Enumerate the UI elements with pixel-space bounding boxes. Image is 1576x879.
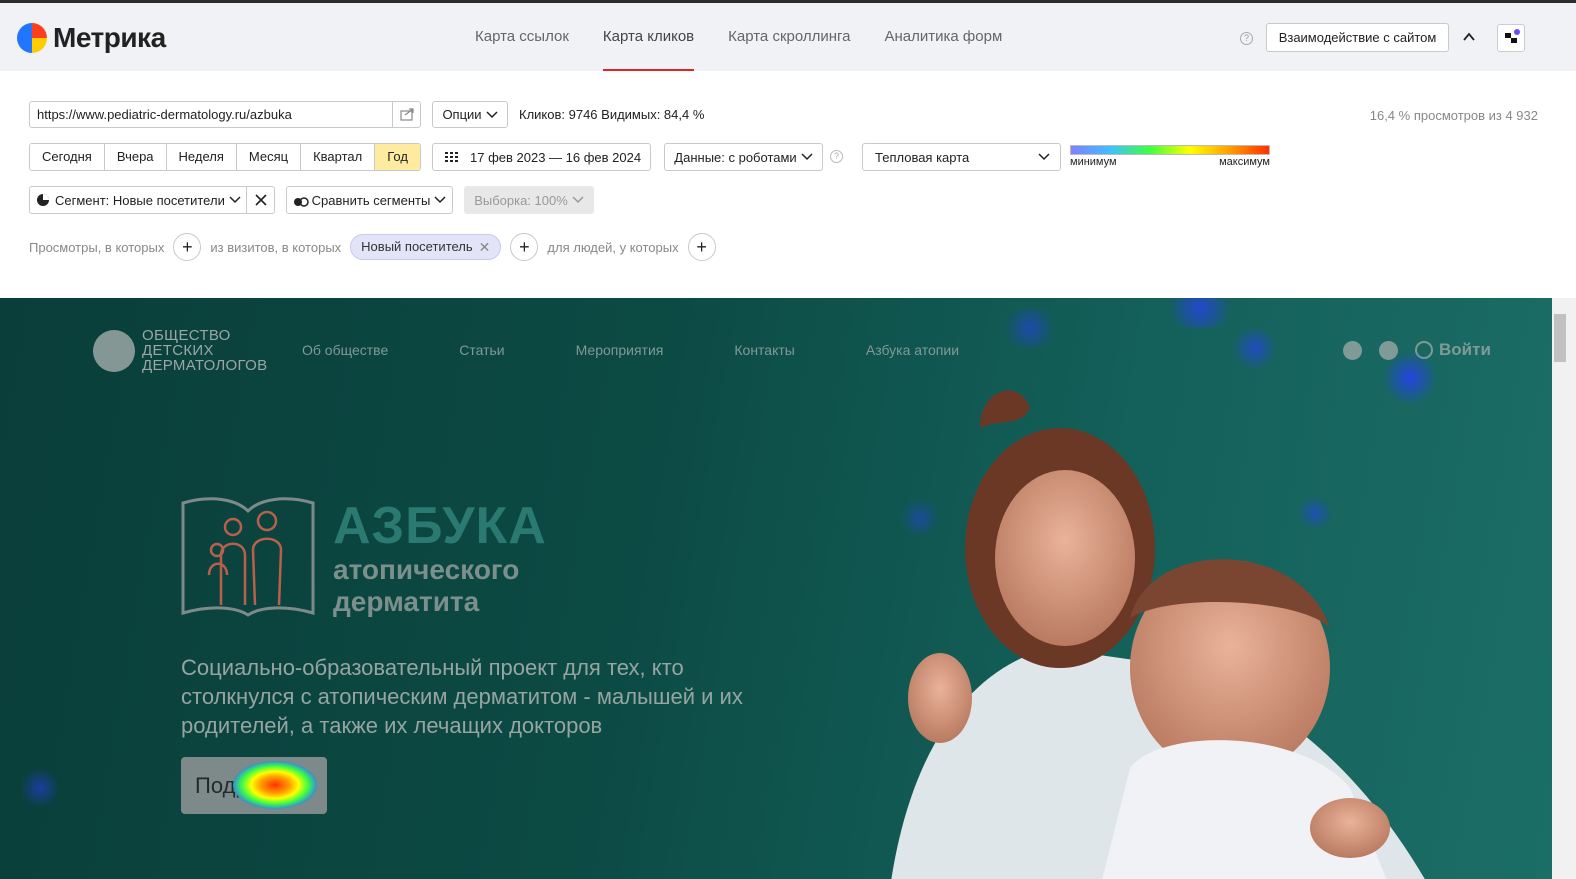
site-preview[interactable]: ОБЩЕСТВО ДЕТСКИХ ДЕРМАТОЛОГОВ Об обществ… [0,298,1552,879]
hero-description: Социально-образовательный проект для тех… [181,655,743,738]
clicks-stats: Кликов: 9746 Видимых: 84,4 % [519,107,705,122]
site-nav-contacts[interactable]: Контакты [734,342,794,358]
new-visitor-chip[interactable]: Новый посетитель ✕ [350,234,502,260]
logo-line: ДЕТСКИХ [142,342,214,359]
heat-legend: минимум максимум [1070,145,1270,168]
sample-dropdown[interactable]: Выборка: 100% [464,186,594,214]
site-nav-articles[interactable]: Статьи [459,342,504,358]
chevron-up-icon[interactable] [1463,31,1475,43]
close-icon[interactable]: ✕ [479,235,491,259]
hero-subtitle: атопического дерматита [333,554,519,618]
date-range-value: 17 фев 2023 — 16 фев 2024 [470,149,642,165]
tab-form-analytics[interactable]: Аналитика форм [885,3,1003,71]
site-nav-about[interactable]: Об обществе [302,342,388,358]
chevron-down-icon [229,196,241,204]
clear-segment-button[interactable] [246,186,275,214]
hero-subtitle-line: дерматита [333,586,480,617]
site-nav-events[interactable]: Мероприятия [576,342,664,358]
more-button[interactable]: Подробнее [181,757,327,814]
sample-label: Выборка: 100% [474,192,568,208]
data-source-label: Данные: с роботами [674,149,797,165]
chevron-down-icon [434,196,446,204]
metrika-logo-icon [17,23,47,53]
heatmap-spot [1230,328,1280,368]
heatmap-spot [1160,298,1240,328]
add-views-filter-button[interactable]: + [173,233,202,261]
options-dropdown[interactable]: Опции [432,101,508,128]
period-week[interactable]: Неделя [166,144,237,170]
site-nav-azbuka[interactable]: Азбука атопии [866,342,959,358]
logo-line: ДЕРМАТОЛОГОВ [142,357,268,374]
calendar-icon [445,152,458,162]
url-field[interactable]: https://www.pediatric-dermatology.ru/azb… [29,101,421,128]
pie-chart-icon [37,194,49,206]
period-year[interactable]: Год [375,144,420,170]
metrika-logo[interactable]: Метрика [17,22,166,54]
page-scrollbar[interactable] [1552,298,1576,879]
period-today[interactable]: Сегодня [30,144,105,170]
segment-dropdown[interactable]: Сегмент: Новые посетители [29,186,247,214]
plus-icon: + [519,237,530,257]
scrollbar-thumb[interactable] [1554,314,1566,362]
chevron-down-icon [801,153,813,161]
period-quarter[interactable]: Квартал [301,144,376,170]
tab-scroll-map[interactable]: Карта скроллинга [728,3,850,71]
telegram-icon[interactable] [1343,340,1362,360]
period-month[interactable]: Месяц [236,144,302,170]
account-icon[interactable] [1497,24,1525,52]
heat-gradient-bar [1070,145,1270,155]
chevron-down-icon [572,196,584,204]
add-visits-filter-button[interactable]: + [510,233,539,261]
chevron-down-icon [1038,153,1050,161]
data-source-dropdown[interactable]: Данные: с роботами [664,143,823,171]
views-summary: 16,4 % просмотров из 4 932 [1369,108,1538,123]
more-button-label: Подробнее [195,773,310,798]
app-header: Метрика Карта ссылок Карта кликов Карта … [0,3,1576,71]
legend-max: максимум [1219,156,1270,168]
app-name: Метрика [53,22,166,53]
compare-label: Сравнить сегменты [311,192,431,208]
interact-with-site-button[interactable]: Взаимодействие с сайтом [1266,23,1449,52]
tab-link-map[interactable]: Карта ссылок [475,3,569,71]
question-icon[interactable]: ? [830,150,843,163]
filter-people-label: для людей, у которых [547,239,679,255]
chevron-down-icon [486,110,498,118]
heatmap-spot [20,768,60,808]
hero-title: АЗБУКА [333,497,547,555]
compare-segments-dropdown[interactable]: Сравнить сегменты [286,186,453,214]
chip-label: Новый посетитель [361,239,473,254]
compare-icon [293,197,309,207]
segment-filter-row: Просмотры, в которых + из визитов, в кот… [29,233,725,261]
book-family-icon [181,497,315,617]
logo-line: ОБЩЕСТВО [142,327,231,344]
vk-icon[interactable] [1379,340,1398,360]
main-nav: Карта ссылок Карта кликов Карта скроллин… [475,3,1036,71]
close-icon [254,194,267,206]
options-label: Опции [442,107,482,122]
add-people-filter-button[interactable]: + [687,233,716,261]
share-icon[interactable] [392,102,420,127]
user-icon [1415,341,1433,359]
period-yesterday[interactable]: Вчера [104,144,167,170]
question-icon[interactable]: ? [1240,32,1253,45]
plus-icon: + [182,237,193,257]
period-selector: Сегодня Вчера Неделя Месяц Квартал Год [29,143,421,171]
date-range-picker[interactable]: 17 фев 2023 — 16 фев 2024 [432,143,651,171]
filter-views-label: Просмотры, в которых [29,239,165,255]
plus-icon: + [696,237,707,257]
segment-label: Сегмент: Новые посетители [55,192,225,208]
url-value: https://www.pediatric-dermatology.ru/azb… [37,107,292,122]
filter-visits-label: из визитов, в которых [210,239,342,255]
map-type-dropdown[interactable]: Тепловая карта [862,143,1061,171]
site-header-actions: Войти [1343,340,1491,360]
society-logo-icon [93,329,135,372]
legend-min: минимум [1070,156,1117,168]
site-nav: Об обществе Статьи Мероприятия Контакты … [302,342,1030,358]
site-login-link[interactable]: Войти [1439,340,1491,360]
hero-subtitle-line: атопического [333,554,520,585]
site-logo[interactable]: ОБЩЕСТВО ДЕТСКИХ ДЕРМАТОЛОГОВ [93,328,267,373]
tab-click-map[interactable]: Карта кликов [602,3,695,71]
map-type-label: Тепловая карта [875,149,970,165]
mother-baby-photo [891,390,1425,879]
